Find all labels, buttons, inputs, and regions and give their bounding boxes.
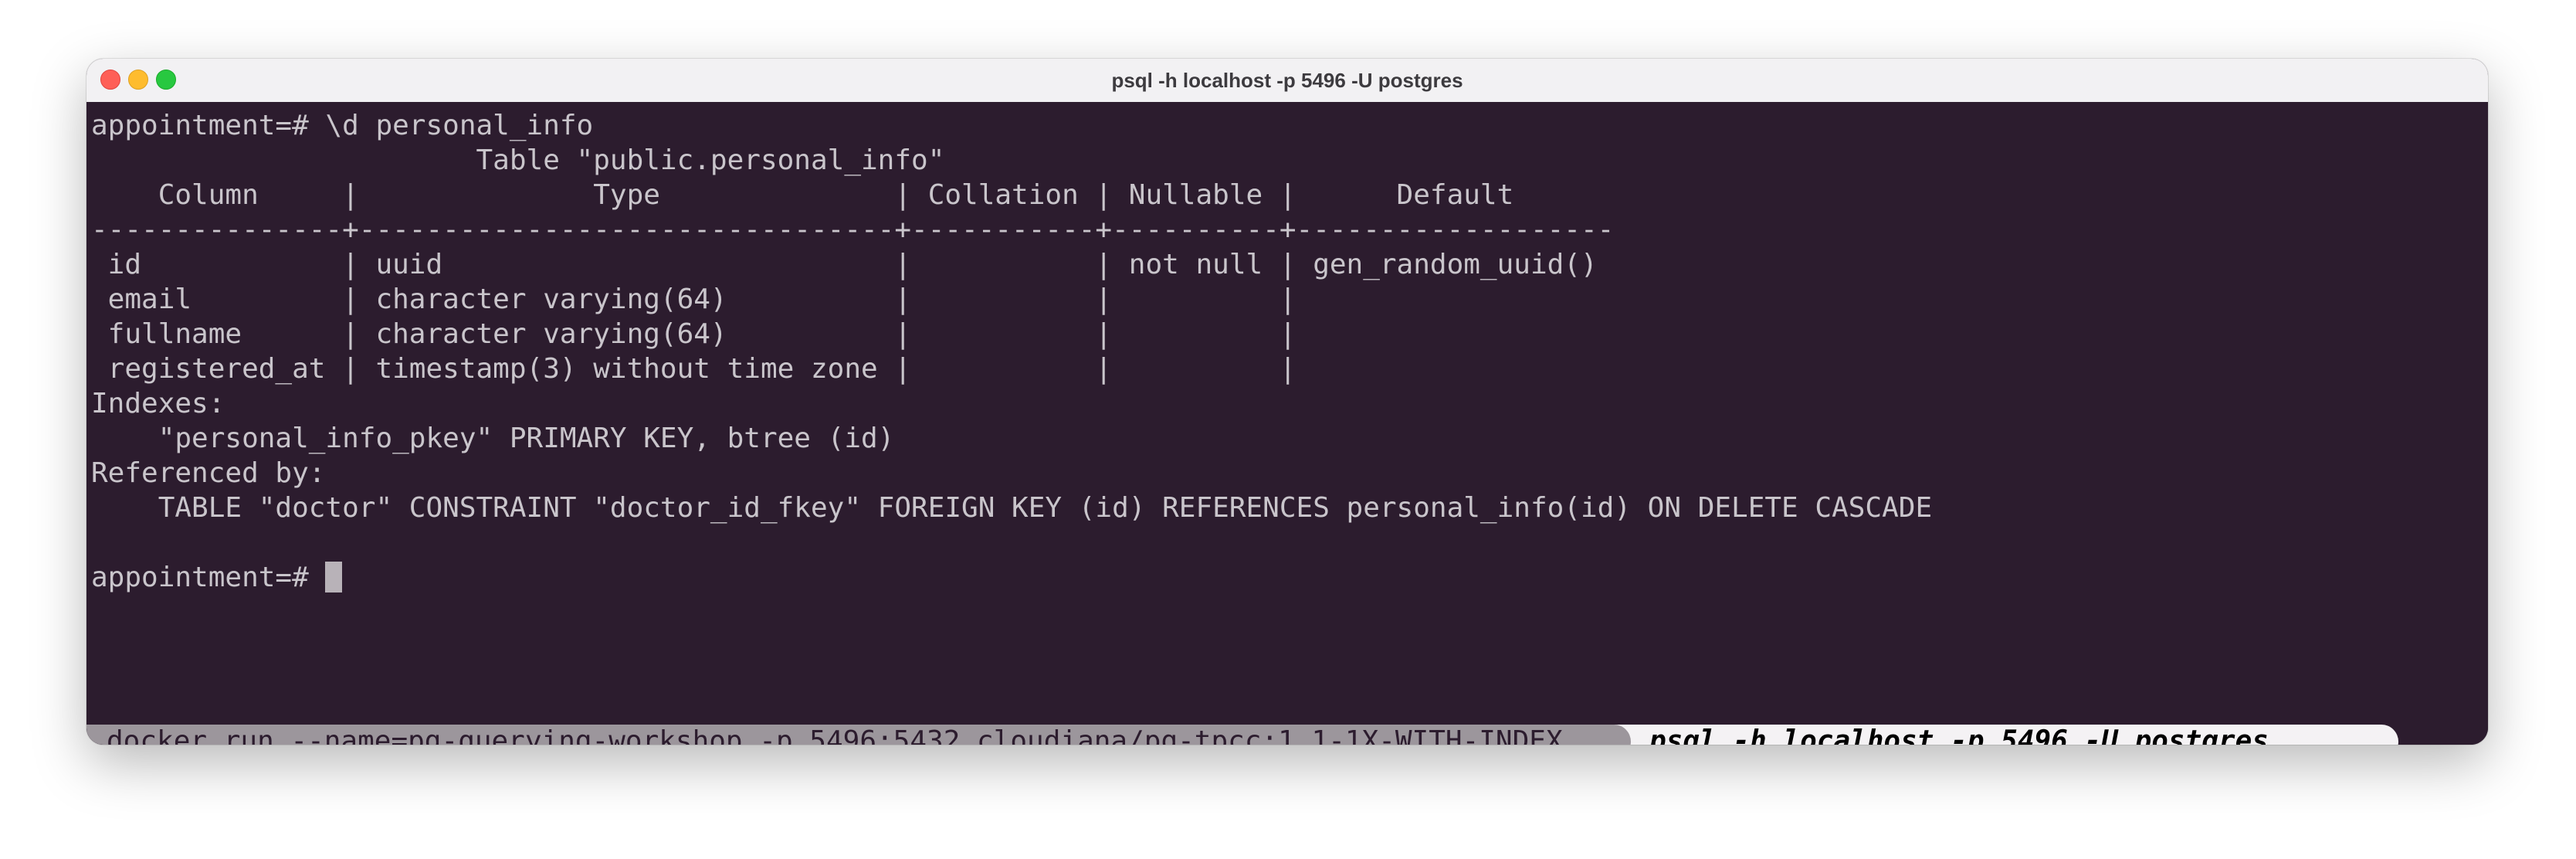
tab-bar: docker run --name=pg-querying-workshop -… — [86, 725, 2488, 745]
terminal-line: Referenced by: — [91, 457, 326, 489]
title-bar: psql -h localhost -p 5496 -U postgres — [86, 59, 2488, 103]
text-cursor — [325, 562, 343, 592]
window-title: psql -h localhost -p 5496 -U postgres — [1111, 69, 1463, 92]
terminal-line: registered_at | timestamp(3) without tim… — [91, 353, 1296, 385]
tab-psql[interactable]: psql -h localhost -p 5496 -U postgres — [1592, 725, 2398, 745]
terminal-window: psql -h localhost -p 5496 -U postgres ap… — [86, 59, 2488, 745]
terminal-line: TABLE "doctor" CONSTRAINT "doctor_id_fke… — [91, 492, 1933, 524]
terminal-prompt-line[interactable]: appointment=# — [91, 560, 1932, 595]
terminal-line: email | character varying(64) | | | — [91, 284, 1296, 315]
terminal-line: id | uuid | | not null | gen_random_uuid… — [91, 249, 1598, 280]
terminal-line: "personal_info_pkey" PRIMARY KEY, btree … — [91, 423, 895, 454]
terminal-line: Table "public.personal_info" — [91, 144, 945, 176]
terminal-line: ---------------+------------------------… — [91, 214, 1615, 246]
terminal-line: Column | Type | Collation | Nullable | D… — [91, 179, 1514, 211]
terminal-prompt: appointment=# — [91, 562, 326, 593]
terminal-output: appointment=# \d personal_info Table "pu… — [91, 108, 1932, 595]
tab-docker-run[interactable]: docker run --name=pg-querying-workshop -… — [86, 725, 1631, 745]
terminal-line: Indexes: — [91, 388, 225, 419]
terminal-line: fullname | character varying(64) | | | — [91, 318, 1296, 350]
terminal-output-area[interactable]: appointment=# \d personal_info Table "pu… — [86, 102, 2488, 745]
terminal-line: appointment=# \d personal_info — [91, 110, 594, 141]
